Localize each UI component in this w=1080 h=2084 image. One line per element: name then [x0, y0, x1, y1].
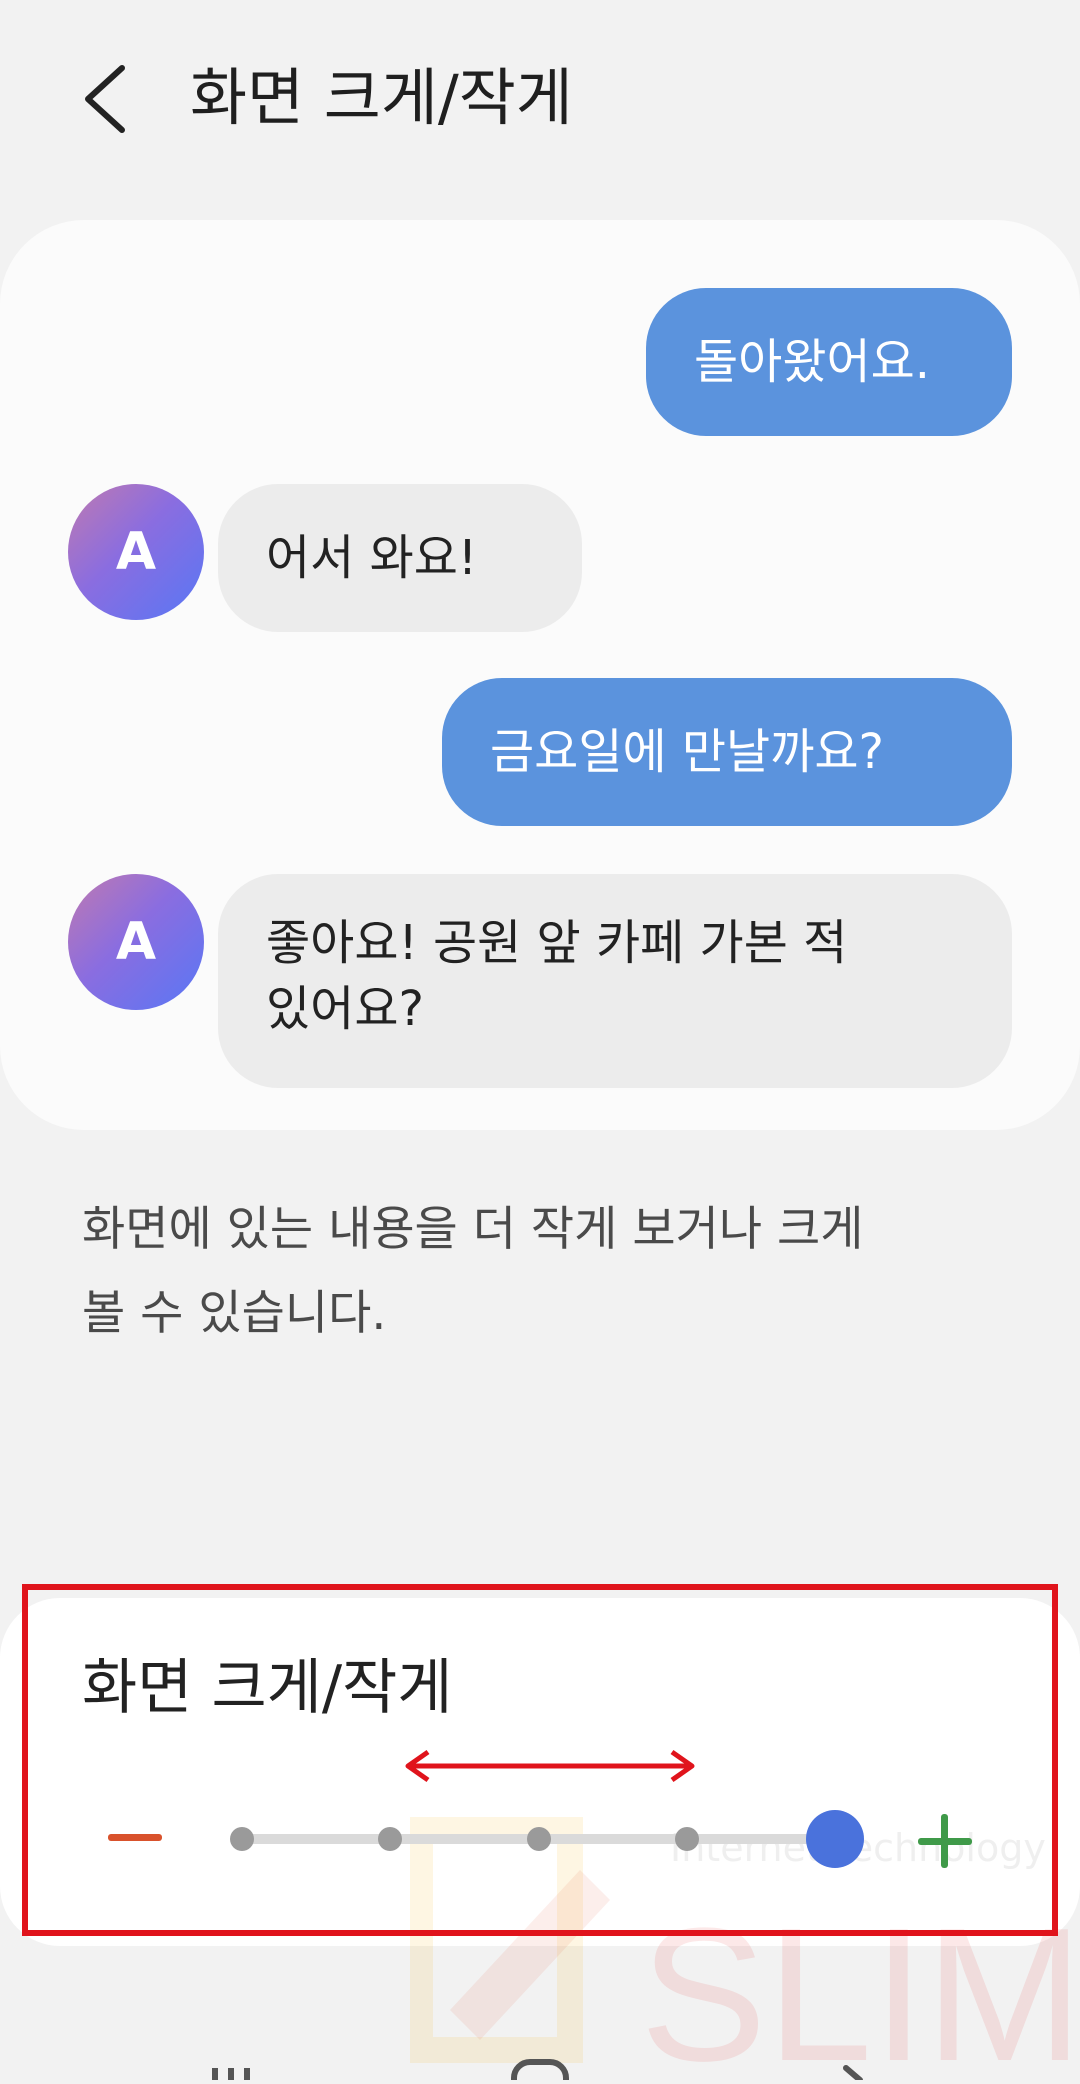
minus-icon — [108, 1834, 162, 1841]
avatar: A — [68, 484, 204, 620]
received-message-bubble: 어서 와요! — [218, 484, 582, 632]
recent-apps-icon[interactable] — [212, 2068, 250, 2080]
slider-stop[interactable] — [378, 1827, 403, 1851]
slider-stop[interactable] — [526, 1827, 551, 1851]
back-chevron-icon[interactable] — [78, 62, 138, 136]
avatar: A — [68, 874, 204, 1010]
slider-stop[interactable] — [230, 1827, 254, 1851]
slider-stop[interactable] — [674, 1827, 699, 1851]
received-message-bubble: 좋아요! 공원 앞 카페 가본 적 있어요? — [218, 874, 1012, 1088]
message-text: 어서 와요! — [266, 530, 478, 586]
slider-thumb[interactable] — [806, 1810, 864, 1868]
back-nav-icon[interactable] — [843, 2065, 863, 2083]
panel-title: 화면 크게/작게 — [82, 1653, 453, 1723]
avatar-initial: A — [115, 522, 157, 582]
sent-message-bubble: 금요일에 만날까요? — [442, 678, 1012, 826]
chat-preview-card: 돌아왔어요. A 어서 와요! 금요일에 만날까요? A 좋아요! 공원 앞 카… — [0, 220, 1080, 1130]
page-title: 화면 크게/작게 — [190, 61, 573, 134]
sent-message-bubble: 돌아왔어요. — [646, 288, 1012, 436]
description-text: 화면에 있는 내용을 더 작게 보거나 크게 볼 수 있습니다. — [82, 1188, 1002, 1356]
avatar-initial: A — [115, 912, 157, 972]
message-text: 금요일에 만날까요? — [490, 724, 885, 780]
message-text-line: 있어요? — [266, 981, 424, 1037]
message-text-line: 좋아요! 공원 앞 카페 가본 적 — [266, 915, 848, 971]
zoom-in-button[interactable] — [910, 1808, 980, 1878]
zoom-out-button[interactable] — [98, 1818, 178, 1858]
message-text: 돌아왔어요. — [694, 334, 931, 390]
description-line: 볼 수 있습니다. — [82, 1286, 387, 1341]
double-arrow-annotation — [405, 1749, 695, 1783]
description-line: 화면에 있는 내용을 더 작게 보거나 크게 — [82, 1202, 864, 1257]
header-bar: 화면 크게/작게 — [0, 0, 1080, 200]
home-icon[interactable] — [511, 2059, 569, 2084]
navigation-bar — [0, 2040, 1080, 2084]
zoom-level-slider[interactable] — [220, 1810, 870, 1870]
